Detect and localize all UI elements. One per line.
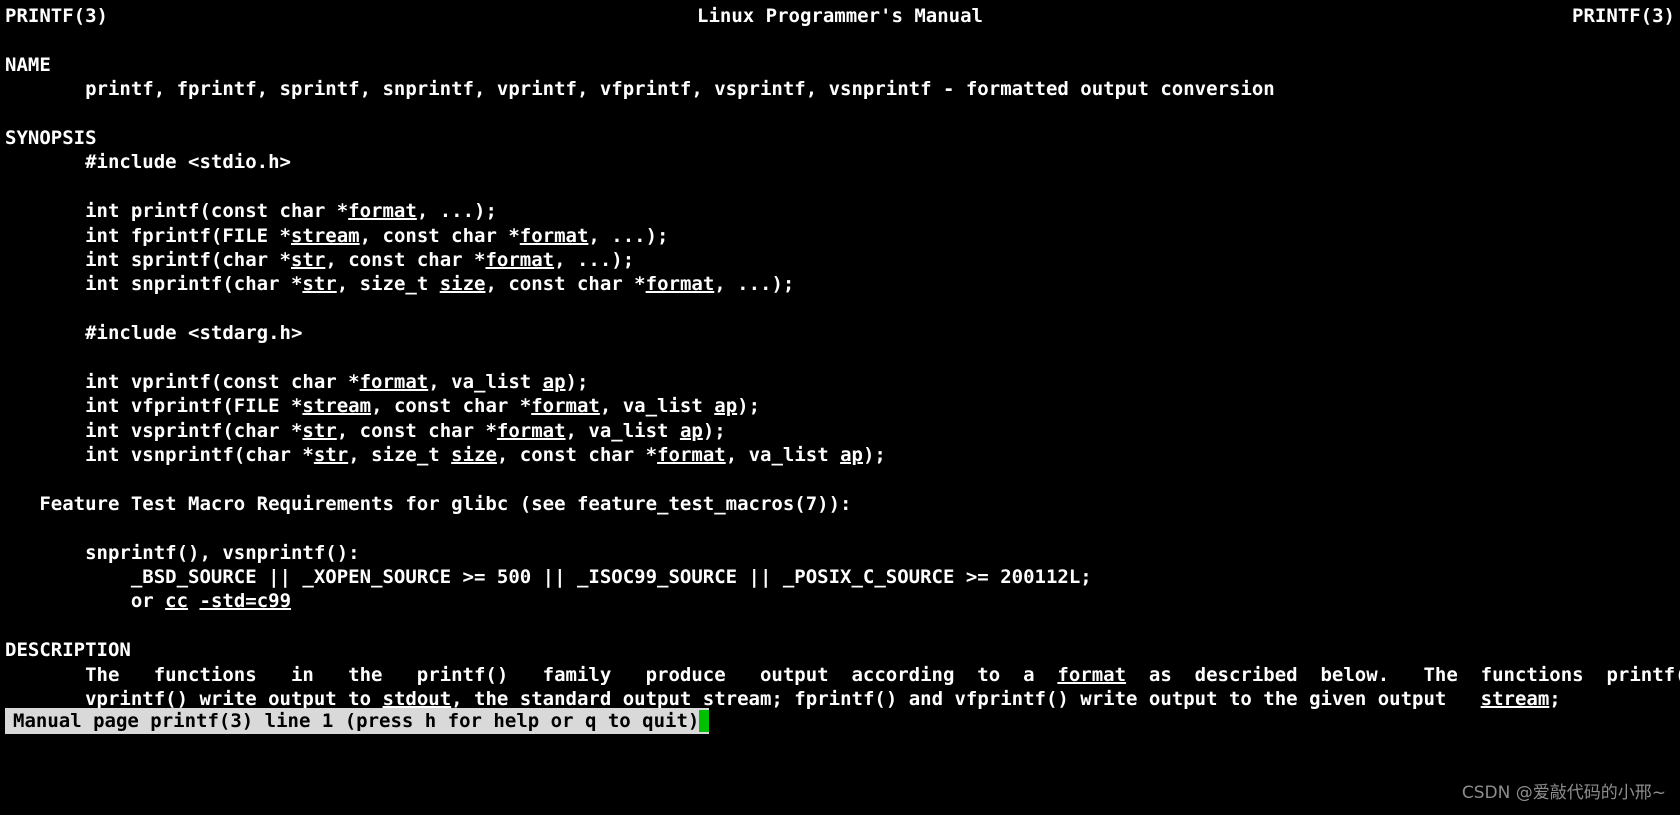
prototype-vprintf: int vprintf(const char *format, va_list … bbox=[0, 370, 1680, 394]
proto-text: int printf(const char * bbox=[5, 200, 349, 223]
section-heading-synopsis: SYNOPSIS bbox=[5, 126, 97, 149]
param-format: format bbox=[485, 248, 555, 271]
param-stdout: stdout bbox=[382, 687, 452, 710]
param-str: str bbox=[302, 273, 337, 296]
desc-text: The functions in the printf() family pro… bbox=[5, 663, 1058, 686]
prototype-printf: int printf(const char *format, ...); bbox=[0, 199, 1680, 223]
description-line-1: The functions in the printf() family pro… bbox=[0, 663, 1680, 687]
param-format: format bbox=[657, 444, 726, 467]
proto-text: , ...); bbox=[588, 224, 669, 247]
man-page-content: PRINTF(3) Linux Programmer's Manual PRIN… bbox=[0, 0, 1680, 711]
std-c99-flag: -std=c99 bbox=[199, 590, 292, 613]
name-body: printf, fprintf, sprintf, snprintf, vpri… bbox=[5, 78, 1275, 101]
watermark: CSDN @爱敲代码的小邢~ bbox=[1461, 782, 1666, 803]
proto-text: int vsnprintf(char * bbox=[5, 444, 314, 467]
feature-cc-flag: or cc -std=c99 bbox=[0, 589, 1680, 613]
proto-text: int vprintf(const char * bbox=[5, 370, 360, 393]
proto-text: , va_list bbox=[428, 370, 543, 393]
man-header-center: Linux Programmer's Manual bbox=[697, 5, 983, 27]
prototype-sprintf: int sprintf(char *str, const char *forma… bbox=[0, 248, 1680, 272]
man-header: PRINTF(3) Linux Programmer's Manual PRIN… bbox=[0, 4, 1680, 28]
desc-text: , the standard output stream; fprintf() … bbox=[451, 687, 1481, 710]
proto-text: , ...); bbox=[714, 273, 795, 296]
less-status-bar[interactable]: Manual page printf(3) line 1 (press h fo… bbox=[5, 708, 710, 734]
proto-text: int vsprintf(char * bbox=[5, 419, 303, 442]
proto-text: int fprintf(FILE * bbox=[5, 224, 291, 247]
proto-text: , va_list bbox=[599, 395, 715, 418]
desc-text: vprintf() write output to bbox=[5, 687, 383, 710]
param-str: str bbox=[290, 248, 326, 271]
proto-text: ); bbox=[862, 444, 886, 467]
proto-text: , size_t bbox=[348, 444, 452, 467]
proto-text: ); bbox=[737, 395, 761, 418]
proto-text: ); bbox=[565, 370, 589, 393]
proto-text: int vfprintf(FILE * bbox=[5, 395, 303, 418]
feature-macros: _BSD_SOURCE || _XOPEN_SOURCE >= 500 || _… bbox=[5, 565, 1092, 588]
param-size: size bbox=[451, 444, 497, 467]
param-size: size bbox=[439, 273, 486, 296]
prototype-vfprintf: int vfprintf(FILE *stream, const char *f… bbox=[0, 394, 1680, 418]
proto-text: , const char * bbox=[496, 444, 658, 467]
include-stdarg: #include <stdarg.h> bbox=[5, 322, 303, 345]
proto-text: , const char * bbox=[336, 419, 497, 442]
param-ap: ap bbox=[714, 395, 738, 418]
prototype-fprintf: int fprintf(FILE *stream, const char *fo… bbox=[0, 224, 1680, 248]
less-status-text: Manual page printf(3) line 1 (press h fo… bbox=[13, 710, 700, 732]
proto-text: , const char * bbox=[359, 224, 520, 247]
prototype-snprintf: int snprintf(char *str, size_t size, con… bbox=[0, 272, 1680, 296]
include-stdio: #include <stdio.h> bbox=[5, 151, 291, 174]
param-stream: stream bbox=[290, 224, 360, 247]
param-stream: stream bbox=[302, 395, 372, 418]
proto-text: , size_t bbox=[336, 273, 440, 296]
proto-text: , const char * bbox=[485, 273, 646, 296]
param-format: format bbox=[1057, 663, 1127, 686]
cc-command: cc bbox=[165, 590, 189, 613]
param-format: format bbox=[359, 370, 429, 393]
param-str: str bbox=[302, 419, 337, 442]
param-format: format bbox=[519, 224, 589, 247]
desc-text: ; bbox=[1549, 687, 1561, 710]
proto-text: , va_list bbox=[725, 444, 841, 467]
terminal-window[interactable]: PRINTF(3) Linux Programmer's Manual PRIN… bbox=[0, 0, 1680, 815]
param-format: format bbox=[496, 419, 566, 442]
feature-functions: snprintf(), vsnprintf(): bbox=[5, 541, 360, 564]
param-ap: ap bbox=[840, 444, 863, 467]
section-heading-description: DESCRIPTION bbox=[5, 639, 131, 662]
proto-text: , va_list bbox=[565, 419, 680, 442]
feature-test-heading: Feature Test Macro Requirements for glib… bbox=[5, 492, 852, 515]
prototype-vsnprintf: int vsnprintf(char *str, size_t size, co… bbox=[0, 443, 1680, 467]
proto-text: , ...); bbox=[416, 200, 497, 223]
param-ap: ap bbox=[542, 370, 566, 393]
proto-text: int sprintf(char * bbox=[5, 248, 291, 271]
section-heading-name: NAME bbox=[5, 53, 51, 76]
proto-text: , ...); bbox=[554, 248, 635, 271]
text-cursor bbox=[699, 710, 710, 732]
param-ap: ap bbox=[679, 419, 703, 442]
proto-text: , const char * bbox=[371, 395, 532, 418]
proto-text: int snprintf(char * bbox=[5, 273, 303, 296]
man-header-left: PRINTF(3) bbox=[5, 5, 108, 27]
man-header-right: PRINTF(3) bbox=[1572, 5, 1675, 27]
param-str: str bbox=[313, 444, 349, 467]
proto-text: , const char * bbox=[325, 248, 486, 271]
proto-text: ); bbox=[702, 419, 726, 442]
param-format: format bbox=[531, 395, 600, 418]
prototype-vsprintf: int vsprintf(char *str, const char *form… bbox=[0, 419, 1680, 443]
param-stream: stream bbox=[1480, 687, 1550, 710]
param-format: format bbox=[645, 273, 715, 296]
desc-text: as described below. The functions printf… bbox=[1148, 663, 1680, 686]
feature-or-text: or bbox=[5, 590, 166, 613]
param-format: format bbox=[348, 200, 417, 223]
